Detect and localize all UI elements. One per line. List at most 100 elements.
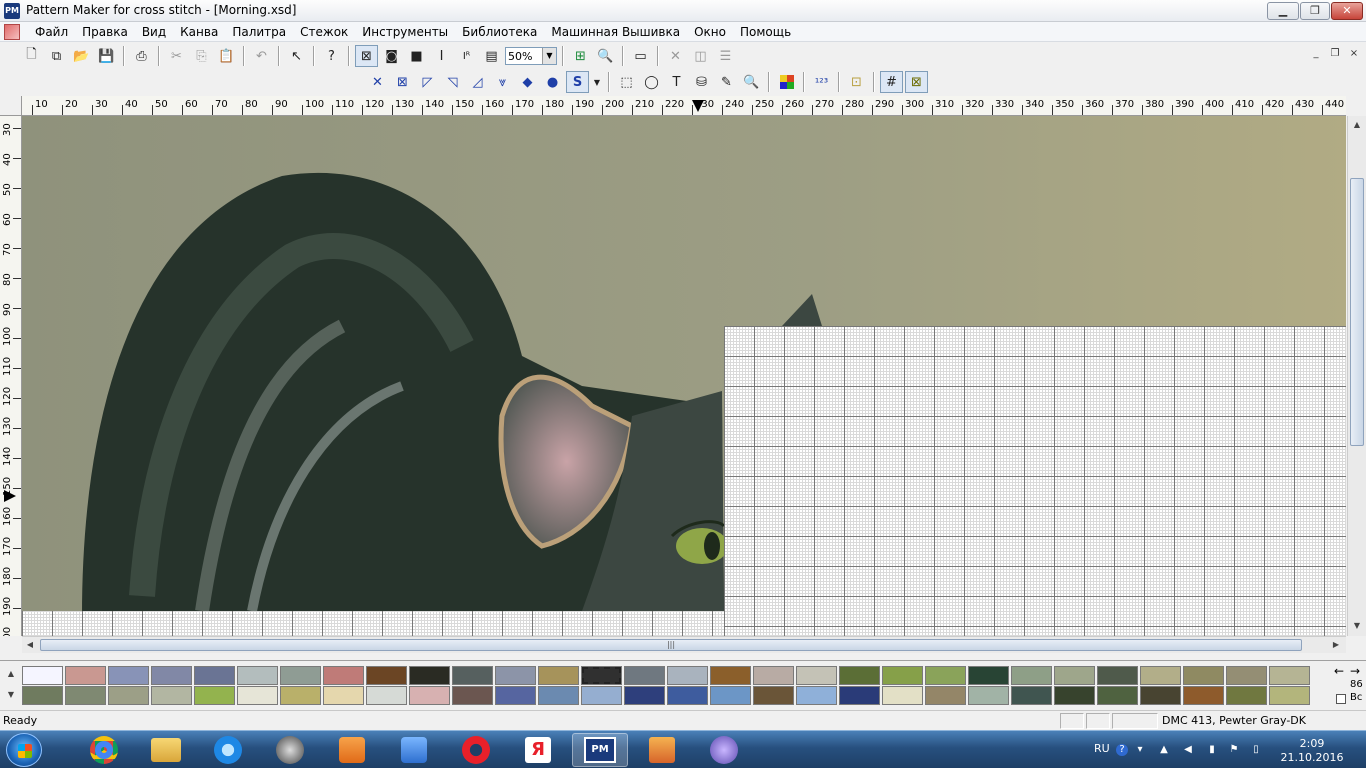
minimize-button[interactable]: ▁ xyxy=(1267,2,1299,20)
palette-swatch[interactable] xyxy=(151,666,192,685)
lasso-select-icon[interactable]: ◯ xyxy=(640,71,663,93)
palette-swatch[interactable] xyxy=(65,666,106,685)
mdi-restore-button[interactable]: ❐ xyxy=(1327,47,1343,61)
palette-swatch[interactable] xyxy=(22,686,63,705)
quarter-stitch-icon[interactable]: ◹ xyxy=(441,71,464,93)
palette-swatch[interactable] xyxy=(882,686,923,705)
undo-icon[interactable]: ↶ xyxy=(250,45,273,67)
french-knot-icon[interactable]: ◆ xyxy=(516,71,539,93)
mdi-close-button[interactable]: × xyxy=(1346,47,1362,61)
vertical-scroll-thumb[interactable] xyxy=(1350,178,1364,446)
network-icon[interactable]: ▮ xyxy=(1206,744,1218,756)
taskbar-app-spider[interactable] xyxy=(696,733,752,767)
menu-item-8[interactable]: Машинная Вышивка xyxy=(544,25,687,39)
palette-swatch[interactable] xyxy=(796,686,837,705)
palette-swatch[interactable] xyxy=(108,686,149,705)
palette-scroll-up-icon[interactable]: ▲ xyxy=(3,666,19,681)
zoom-fit-icon[interactable]: ⊞ xyxy=(569,45,592,67)
document-icon[interactable] xyxy=(4,24,20,40)
half-stitch-icon[interactable]: ◸ xyxy=(416,71,439,93)
new-file-icon[interactable]: 🗋 xyxy=(20,45,43,67)
eyedropper-icon[interactable]: ✎ xyxy=(715,71,738,93)
menu-item-1[interactable]: Правка xyxy=(75,25,135,39)
backstitch-icon[interactable]: ◿ xyxy=(466,71,489,93)
text-cursor-icon[interactable]: I xyxy=(430,45,453,67)
mdi-minimize-button[interactable]: _ xyxy=(1308,47,1324,61)
volume-icon[interactable]: ◀ xyxy=(1182,744,1194,756)
cross-view-icon[interactable]: ⊠ xyxy=(905,71,928,93)
palette-swatch[interactable] xyxy=(1183,666,1224,685)
palette-swatch[interactable] xyxy=(667,666,708,685)
palette-swatch[interactable] xyxy=(323,666,364,685)
action-center-flag-icon[interactable]: ⚑ xyxy=(1228,744,1240,756)
scroll-right-icon[interactable]: ▶ xyxy=(1328,637,1344,652)
palette-swatch[interactable] xyxy=(409,666,450,685)
menu-item-10[interactable]: Помощь xyxy=(733,25,798,39)
palette-swatch[interactable] xyxy=(1183,686,1224,705)
start-button[interactable] xyxy=(6,733,42,767)
palette-swatch[interactable] xyxy=(280,666,321,685)
palette-swatch[interactable] xyxy=(882,666,923,685)
palette-swatch[interactable] xyxy=(409,686,450,705)
context-help-icon[interactable]: ↖ xyxy=(285,45,308,67)
palette-swatch[interactable] xyxy=(710,666,751,685)
palette-swatch[interactable] xyxy=(1054,686,1095,705)
taskbar-app-clip[interactable] xyxy=(262,733,318,767)
battery-icon[interactable]: ▯ xyxy=(1250,744,1262,756)
palette-swatch[interactable] xyxy=(968,666,1009,685)
chevron-down-icon[interactable]: ▼ xyxy=(591,71,603,93)
palette-swatch[interactable] xyxy=(581,686,622,705)
bead-icon[interactable]: ● xyxy=(541,71,564,93)
palette-swatch[interactable] xyxy=(495,686,536,705)
palette-swatch[interactable] xyxy=(925,666,966,685)
full-cross-icon[interactable]: ✕ xyxy=(366,71,389,93)
palette-swatch[interactable] xyxy=(839,686,880,705)
taskbar-explorer[interactable] xyxy=(138,733,194,767)
show-hidden-icons-icon[interactable]: ▲ xyxy=(1158,744,1170,756)
pattern-canvas[interactable] xyxy=(22,116,1346,636)
menu-item-3[interactable]: Канва xyxy=(173,25,225,39)
special-stitch-icon[interactable]: S xyxy=(566,71,589,93)
text-icon[interactable]: T xyxy=(665,71,688,93)
vertical-scrollbar[interactable]: ▲ ▼ xyxy=(1347,116,1366,636)
palette-swatch[interactable] xyxy=(925,686,966,705)
zoom-in-icon[interactable]: 🔍 xyxy=(594,45,617,67)
symbol-view-icon[interactable]: ◙ xyxy=(380,45,403,67)
close-button[interactable]: ✕ xyxy=(1331,2,1363,20)
palette-swatch[interactable] xyxy=(1140,686,1181,705)
restore-button[interactable]: ❐ xyxy=(1300,2,1330,20)
palette-swatch[interactable] xyxy=(366,666,407,685)
palette-swatch[interactable] xyxy=(1226,666,1267,685)
help-icon[interactable]: ? xyxy=(320,45,343,67)
help-tray-icon[interactable]: ? xyxy=(1116,744,1128,756)
palette-swatch[interactable] xyxy=(323,686,364,705)
clock[interactable]: 2:09 21.10.2016 xyxy=(1272,737,1352,765)
page-view-icon[interactable]: ▤ xyxy=(480,45,503,67)
palette-swatch[interactable] xyxy=(1226,686,1267,705)
palette-swatch[interactable] xyxy=(581,666,622,685)
zoom-select[interactable]: 50% ▼ xyxy=(505,47,557,65)
palette-swatch[interactable] xyxy=(22,666,63,685)
palette-swatch[interactable] xyxy=(237,666,278,685)
text-tool-icon[interactable]: Iᴿ xyxy=(455,45,478,67)
palette-swatch[interactable] xyxy=(495,666,536,685)
fill-bucket-icon[interactable]: ⛁ xyxy=(690,71,713,93)
copy-icon[interactable]: ⎘ xyxy=(190,45,213,67)
grid-icon[interactable]: # xyxy=(880,71,903,93)
tray-chevron-down-icon[interactable]: ▾ xyxy=(1134,744,1146,756)
palette-swatch[interactable] xyxy=(1269,686,1310,705)
palette-swatch[interactable] xyxy=(624,686,665,705)
palette-right-arrow[interactable]: → xyxy=(1350,664,1360,678)
palette-swatch[interactable] xyxy=(65,686,106,705)
horizontal-scrollbar[interactable]: ◀ ||| ▶ xyxy=(22,636,1346,653)
palette-swatch[interactable] xyxy=(839,666,880,685)
palette-swatch[interactable] xyxy=(452,666,493,685)
symbol-assign-icon[interactable]: ¹²³ xyxy=(810,71,833,93)
palette-swatch[interactable] xyxy=(796,666,837,685)
palette-swatch[interactable] xyxy=(1097,686,1138,705)
palette-swatch[interactable] xyxy=(538,666,579,685)
full-stitch-view-icon[interactable]: ⊠ xyxy=(355,45,378,67)
palette-swatch[interactable] xyxy=(1269,666,1310,685)
taskbar-audio[interactable] xyxy=(386,733,442,767)
horizontal-scroll-thumb[interactable]: ||| xyxy=(40,639,1302,651)
